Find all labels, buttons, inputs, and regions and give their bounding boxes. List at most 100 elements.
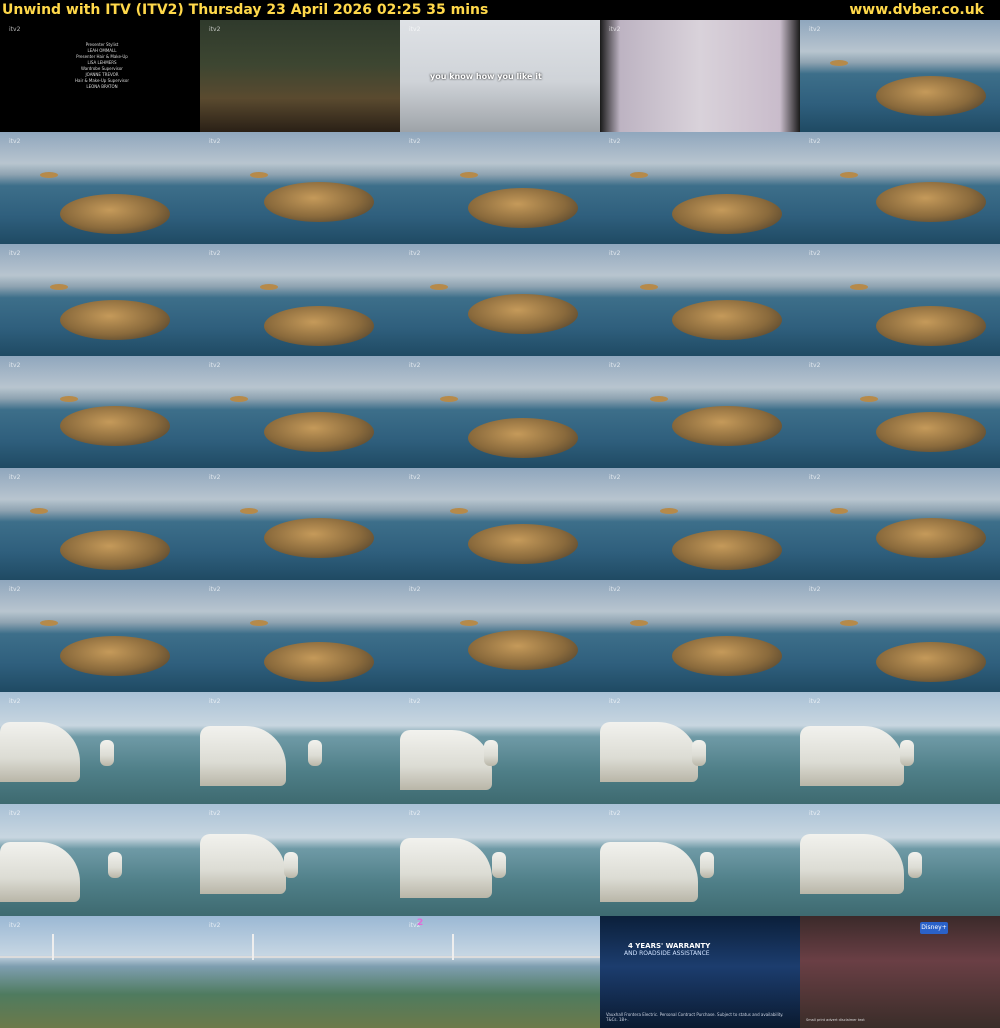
- header-bar: Unwind with ITV (ITV2) Thursday 23 April…: [0, 0, 1000, 20]
- thumbnail[interactable]: itv2: [800, 132, 1000, 244]
- thumbnail[interactable]: itv2: [800, 244, 1000, 356]
- channel-watermark: itv2: [609, 26, 621, 33]
- thumbnail[interactable]: itv2: [200, 692, 400, 804]
- channel-watermark: itv2: [409, 362, 421, 369]
- channel-watermark: itv2: [809, 250, 821, 257]
- thumbnail[interactable]: itv2: [800, 356, 1000, 468]
- thumbnail[interactable]: itv2: [200, 580, 400, 692]
- channel-watermark: itv2: [809, 474, 821, 481]
- islet-shape: [630, 620, 648, 626]
- thumbnail[interactable]: itv2: [200, 804, 400, 916]
- thumbnail[interactable]: itv2: [800, 20, 1000, 132]
- island-shape: [60, 406, 170, 446]
- thumbnail[interactable]: itv2 you know how you like it: [400, 20, 600, 132]
- thumbnail[interactable]: itv2: [400, 132, 600, 244]
- thumbnail[interactable]: itv2 Presenter Stylist LEAH OMMALL Presente…: [0, 20, 200, 132]
- island-shape: [672, 300, 782, 340]
- thumbnail[interactable]: itv2: [800, 580, 1000, 692]
- island-shape: [876, 642, 986, 682]
- sea-stack: [700, 852, 714, 878]
- bridge-tower: [452, 934, 454, 960]
- channel-watermark: itv2: [209, 250, 221, 257]
- islet-shape: [40, 620, 58, 626]
- thumbnail[interactable]: itv2: [200, 468, 400, 580]
- islet-shape: [30, 508, 48, 514]
- thumbnail[interactable]: itv2: [400, 356, 600, 468]
- thumbnail[interactable]: itv2: [600, 20, 800, 132]
- chalk-cliff: [800, 834, 904, 894]
- thumbnail[interactable]: itv2: [0, 580, 200, 692]
- island-shape: [264, 182, 374, 222]
- bridge-span: [0, 956, 200, 958]
- chalk-cliff: [0, 842, 80, 902]
- channel-watermark: itv2: [209, 922, 221, 929]
- thumbnail[interactable]: itv2: [0, 468, 200, 580]
- thumbnail[interactable]: itv2: [0, 692, 200, 804]
- thumbnail[interactable]: itv2: [0, 244, 200, 356]
- thumbnail[interactable]: itv2: [400, 580, 600, 692]
- sea-stack: [484, 740, 498, 766]
- thumbnail[interactable]: itv2: [600, 468, 800, 580]
- islet-shape: [260, 284, 278, 290]
- bridge-span: [400, 956, 600, 958]
- thumbnail[interactable]: Disney+ Small print advert disclaimer tex…: [800, 916, 1000, 1028]
- thumbnail[interactable]: itv2 2: [400, 916, 600, 1028]
- island-shape: [60, 636, 170, 676]
- thumbnail[interactable]: itv2: [200, 356, 400, 468]
- thumbnail[interactable]: itv2: [800, 468, 1000, 580]
- islet-shape: [440, 396, 458, 402]
- sea-stack: [108, 852, 122, 878]
- thumbnail[interactable]: itv2: [0, 356, 200, 468]
- thumbnail[interactable]: itv2: [600, 132, 800, 244]
- island-shape: [672, 194, 782, 234]
- islet-shape: [460, 172, 478, 178]
- sea-stack: [900, 740, 914, 766]
- sea-stack: [308, 740, 322, 766]
- ad-disclaimer: Small print advert disclaimer text: [806, 1018, 865, 1022]
- thumbnail[interactable]: itv2: [0, 804, 200, 916]
- overlay-number: 2: [417, 918, 424, 928]
- thumbnail[interactable]: itv2: [200, 916, 400, 1028]
- thumbnail[interactable]: itv2: [200, 244, 400, 356]
- island-shape: [264, 412, 374, 452]
- thumbnail[interactable]: itv2: [600, 580, 800, 692]
- channel-watermark: itv2: [609, 698, 621, 705]
- thumbnail[interactable]: itv2: [600, 356, 800, 468]
- thumbnail[interactable]: itv2: [0, 916, 200, 1028]
- islet-shape: [40, 172, 58, 178]
- sea-stack: [692, 740, 706, 766]
- thumbnail[interactable]: 4 YEARS' WARRANTY AND ROADSIDE ASSISTANCE…: [600, 916, 800, 1028]
- channel-watermark: itv2: [409, 698, 421, 705]
- channel-watermark: itv2: [9, 698, 21, 705]
- channel-watermark: itv2: [9, 362, 21, 369]
- channel-watermark: itv2: [809, 698, 821, 705]
- thumbnail[interactable]: itv2: [400, 804, 600, 916]
- thumbnail[interactable]: itv2: [600, 692, 800, 804]
- thumbnail[interactable]: itv2: [600, 244, 800, 356]
- island-shape: [672, 406, 782, 446]
- thumbnail[interactable]: itv2: [0, 132, 200, 244]
- island-shape: [468, 418, 578, 458]
- islet-shape: [660, 508, 678, 514]
- thumbnail[interactable]: itv2: [400, 244, 600, 356]
- channel-watermark: itv2: [609, 474, 621, 481]
- thumbnail[interactable]: itv2: [200, 132, 400, 244]
- thumbnail[interactable]: itv2: [400, 468, 600, 580]
- channel-watermark: itv2: [809, 138, 821, 145]
- island-shape: [60, 194, 170, 234]
- thumbnail[interactable]: itv2: [600, 804, 800, 916]
- thumbnail-grid: itv2 Presenter Stylist LEAH OMMALL Presente…: [0, 20, 1000, 1028]
- thumbnail[interactable]: itv2: [800, 692, 1000, 804]
- channel-watermark: itv2: [809, 810, 821, 817]
- thumbnail[interactable]: itv2: [200, 20, 400, 132]
- island-shape: [264, 642, 374, 682]
- site-link[interactable]: www.dvber.co.uk: [849, 0, 984, 20]
- islet-shape: [640, 284, 658, 290]
- islet-shape: [430, 284, 448, 290]
- island-shape: [672, 530, 782, 570]
- thumbnail[interactable]: itv2: [800, 804, 1000, 916]
- channel-watermark: itv2: [209, 698, 221, 705]
- channel-watermark: itv2: [209, 810, 221, 817]
- chalk-cliff: [200, 834, 286, 894]
- thumbnail[interactable]: itv2: [400, 692, 600, 804]
